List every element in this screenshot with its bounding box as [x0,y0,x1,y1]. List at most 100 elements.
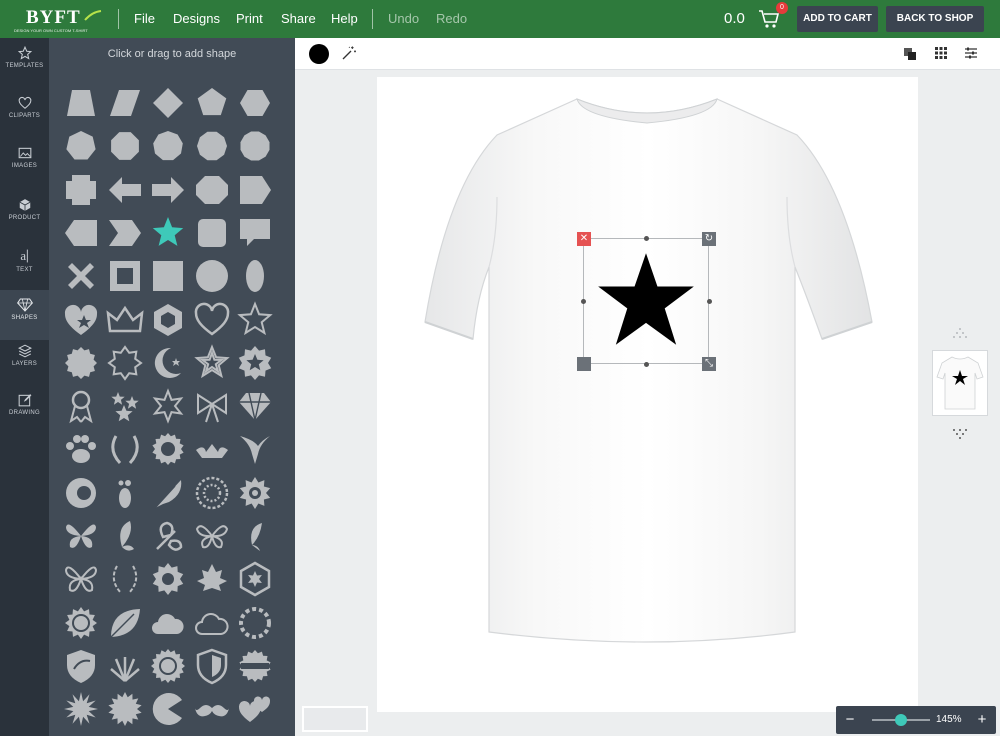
rotate-handle-icon[interactable]: ↻ [702,232,716,246]
star-shape[interactable] [593,248,699,352]
shape-feather-icon[interactable] [149,474,187,512]
shape-dodecagon-icon[interactable] [236,127,274,165]
magic-wand-icon[interactable] [341,45,357,61]
shape-butterfly-wings-icon[interactable] [193,517,231,555]
shape-footprint-icon[interactable] [106,474,144,512]
shape-cloud-icon[interactable] [149,604,187,642]
handle-dot[interactable] [644,362,649,367]
shape-butterfly-icon[interactable] [62,517,100,555]
shape-sun-burst-icon[interactable] [106,690,144,728]
shape-arrow-left-icon[interactable] [106,171,144,209]
shape-hearts-pair-icon[interactable] [236,690,274,728]
shape-heart-star-icon[interactable] [62,301,100,339]
shape-speech-bubble-icon[interactable] [236,214,274,252]
shape-shield-icon[interactable] [193,647,231,685]
shape-pentagon-right-icon[interactable] [236,171,274,209]
brand-logo[interactable]: BYFT DESIGN YOUR OWN CUSTOM T-SHIRT [10,4,110,34]
handle-dot[interactable] [581,299,586,304]
shape-hexagon-ring-icon[interactable] [149,301,187,339]
shape-laurel-wreath-icon[interactable] [106,430,144,468]
scroll-down-icon[interactable] [949,428,971,442]
shape-diamond-gem-icon[interactable] [236,387,274,425]
shape-rosette-icon[interactable] [149,430,187,468]
shape-ellipse-icon[interactable] [236,257,274,295]
handle-dot[interactable] [707,299,712,304]
resize-handle-icon[interactable]: ⤡ [702,357,716,371]
shape-square-frame-icon[interactable] [106,257,144,295]
redo-button[interactable]: Redo [436,11,467,26]
shape-paw-icon[interactable] [62,430,100,468]
shape-arrow-right-icon[interactable] [149,171,187,209]
shape-badge-star-icon[interactable] [236,344,274,382]
shape-chevron-right-icon[interactable] [106,214,144,252]
shape-pacman-icon[interactable] [149,690,187,728]
menu-print[interactable]: Print [236,11,263,26]
shape-square-rounded-icon[interactable] [193,214,231,252]
shape-circle-flower-icon[interactable] [236,604,274,642]
menu-share[interactable]: Share [281,11,316,26]
shape-square-icon[interactable] [149,257,187,295]
shape-heptagon-icon[interactable] [62,127,100,165]
shape-maple-leaf-icon[interactable] [193,560,231,598]
sidebar-item-drawing[interactable]: DRAWING [0,385,49,435]
shape-medallion-icon[interactable] [149,647,187,685]
zoom-out-button[interactable]: − [838,706,862,734]
shape-gear-flower-icon[interactable] [149,560,187,598]
shape-decagon-icon[interactable] [193,127,231,165]
shape-circle-icon[interactable] [193,257,231,295]
sidebar-item-shapes[interactable]: SHAPES [0,290,49,340]
shape-eagle-icon[interactable] [236,430,274,468]
undo-button[interactable]: Undo [388,11,419,26]
shape-seal-icon[interactable] [236,647,274,685]
front-view-thumbnail[interactable] [932,350,988,416]
sidebar-item-images[interactable]: IMAGES [0,138,49,188]
shape-cloud-outline-icon[interactable] [193,604,231,642]
shape-star-burst-icon[interactable] [149,387,187,425]
shape-sun-icon[interactable] [62,604,100,642]
shape-x-mark-icon[interactable] [62,257,100,295]
design-canvas[interactable]: ✕ ↻ ⤡ [377,77,918,712]
handle-dot[interactable] [644,236,649,241]
shape-hexagon-flower-icon[interactable] [236,560,274,598]
shape-octagon-wide-icon[interactable] [193,171,231,209]
back-to-shop-button[interactable]: BACK TO SHOP [886,6,984,32]
shape-star-outline-icon[interactable] [236,300,274,339]
shape-heart-outline-icon[interactable] [193,301,231,339]
arrange-icon[interactable] [903,47,917,61]
shape-mustache-icon[interactable] [193,690,231,728]
shape-hexagon-icon[interactable] [236,84,274,122]
shape-parallelogram-icon[interactable] [106,84,144,122]
scroll-up-icon[interactable] [949,327,971,341]
shape-star-outlined-icon[interactable] [193,344,231,382]
menu-designs[interactable]: Designs [173,11,220,26]
shape-laurel-icon[interactable] [106,560,144,598]
sidebar-item-templates[interactable]: TEMPLATES [0,38,49,88]
shape-trapezoid-icon[interactable] [62,84,100,122]
shape-chevron-left-icon[interactable] [62,214,100,252]
shape-grass-icon[interactable] [106,647,144,685]
shape-award-ribbon-icon[interactable] [62,387,100,425]
shape-flower-swirl-icon[interactable] [236,474,274,512]
sidebar-item-layers[interactable]: LAYERS [0,336,49,386]
shape-butterfly-small-icon[interactable] [236,517,274,555]
shape-diamond-icon[interactable] [149,84,187,122]
shape-bow-icon[interactable] [193,387,231,425]
zoom-in-button[interactable]: + [970,706,994,734]
shape-butterfly-flower-icon[interactable] [149,517,187,555]
fill-color-swatch[interactable] [309,44,329,64]
shape-starburst-outline-icon[interactable] [106,344,144,382]
grid-icon[interactable] [935,47,947,59]
shape-octagon-icon[interactable] [106,127,144,165]
sidebar-item-product[interactable]: PRODUCT [0,190,49,240]
sliders-icon[interactable] [964,46,978,60]
sidebar-item-cliparts[interactable]: CLIPARTS [0,88,49,138]
zoom-slider-handle[interactable] [895,714,907,726]
shape-crescent-star-icon[interactable] [149,344,187,382]
shape-star-icon[interactable] [149,214,187,252]
menu-help[interactable]: Help [331,11,358,26]
shape-badge-scallop-icon[interactable] [62,344,100,382]
shape-mandala-icon[interactable] [193,474,231,512]
shape-nonagon-icon[interactable] [149,127,187,165]
shape-pentagon-icon[interactable] [193,84,231,122]
shape-eagle-shield-icon[interactable] [62,647,100,685]
